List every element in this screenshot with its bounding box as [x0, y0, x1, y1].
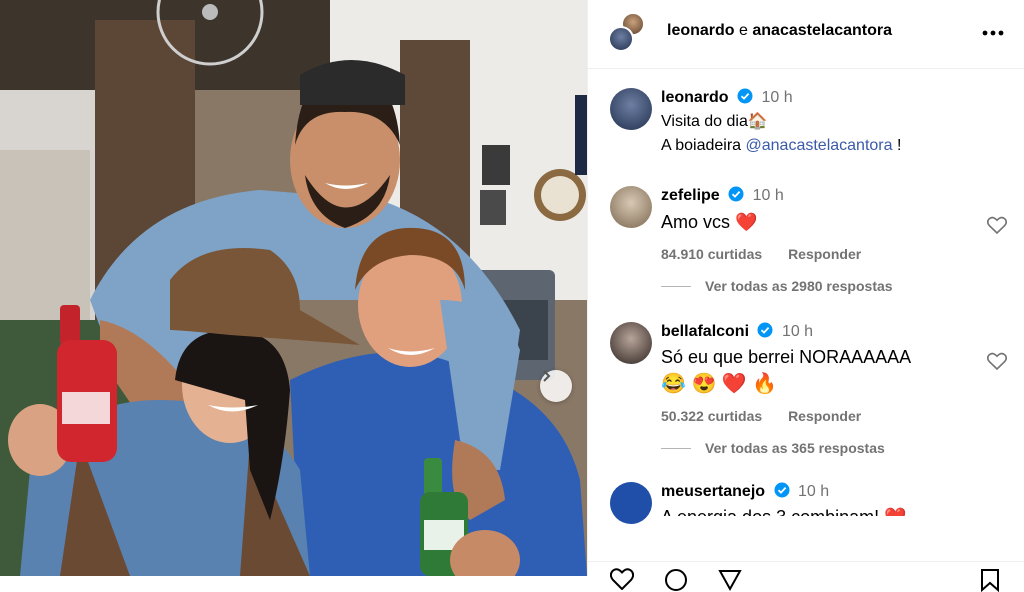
comment-bubble-icon[interactable] [664, 568, 688, 592]
view-replies-label: Ver todas as 365 respostas [705, 440, 885, 456]
reply-button[interactable]: Responder [788, 246, 861, 262]
reply-button[interactable]: Responder [788, 408, 861, 424]
comment-header: bellafalconi 10 h [661, 320, 975, 344]
divider-line [661, 285, 691, 287]
collab-title: leonardo e anacastelacantora [667, 22, 892, 40]
verified-badge-icon [728, 186, 744, 202]
comment-time[interactable]: 10 h [798, 483, 829, 500]
chevron-right-icon [543, 370, 551, 382]
post-side-panel: leonardo e anacastelacantora leonardo 10… [587, 0, 1024, 592]
comment-emojis: 😂 😍 ❤️ 🔥 [661, 373, 778, 395]
caption-mention[interactable]: @anacastelacantora [746, 137, 893, 154]
comment-time[interactable]: 10 h [753, 187, 784, 204]
header-conjunction: e [739, 22, 748, 39]
caption-line-2: A boiadeira @anacastelacantora ! [661, 134, 975, 158]
comment-header: meusertanejo 10 h [661, 480, 975, 504]
comment-bellafalconi: bellafalconi 10 h Só eu que berrei NORAA… [588, 320, 1024, 456]
comment-text: A energia dos 3 combinam! ❤️ [661, 504, 975, 516]
more-options-button[interactable] [982, 20, 1004, 40]
avatar-leonardo[interactable] [608, 26, 634, 52]
heart-icon[interactable] [987, 216, 1007, 234]
post-header: leonardo e anacastelacantora [588, 0, 1024, 69]
view-replies-button[interactable]: Ver todas as 365 respostas [661, 440, 975, 456]
bookmark-icon[interactable] [980, 568, 1000, 592]
verified-badge-icon [737, 88, 753, 104]
divider-line [661, 447, 691, 449]
caption-line-1: Visita do dia🏠 [661, 113, 768, 130]
comment-username[interactable]: meusertanejo [661, 483, 765, 500]
caption-time[interactable]: 10 h [761, 89, 792, 106]
share-send-icon[interactable] [718, 568, 742, 592]
avatar-zefelipe[interactable] [610, 186, 652, 228]
more-horizontal-icon [982, 30, 1004, 36]
header-user-a[interactable]: leonardo [667, 22, 735, 39]
post-photo [0, 0, 587, 576]
next-photo-button[interactable] [540, 370, 572, 402]
comment-time[interactable]: 10 h [782, 323, 813, 340]
comment-likes[interactable]: 84.910 curtidas [661, 246, 762, 262]
view-replies-label: Ver todas as 2980 respostas [705, 278, 893, 294]
comment-meta: 84.910 curtidas Responder [661, 244, 975, 264]
verified-badge-icon [774, 482, 789, 498]
caption-line-2-prefix: A boiadeira [661, 137, 746, 154]
comment-zefelipe: zefelipe 10 h Amo vcs ❤️ 84.910 curtidas… [588, 184, 1024, 294]
caption-username[interactable]: leonardo [661, 89, 729, 106]
view-replies-button[interactable]: Ver todas as 2980 respostas [661, 278, 975, 294]
avatar-meusertanejo[interactable] [610, 482, 652, 524]
comment-text: Só eu que berrei NORAAAAAA [661, 347, 912, 367]
heart-icon[interactable] [987, 352, 1007, 370]
caption-header: leonardo 10 h [661, 86, 975, 110]
comment-username[interactable]: zefelipe [661, 187, 720, 204]
avatar-leonardo[interactable] [610, 88, 652, 130]
verified-badge-icon [757, 322, 773, 338]
avatar-bellafalconi[interactable] [610, 322, 652, 364]
header-user-b[interactable]: anacastelacantora [752, 22, 892, 39]
comment-username[interactable]: bellafalconi [661, 323, 749, 340]
collab-avatars[interactable] [608, 12, 648, 52]
like-heart-icon[interactable] [610, 568, 634, 590]
comment-likes[interactable]: 50.322 curtidas [661, 408, 762, 424]
comment-text: Amo vcs ❤️ [661, 212, 758, 232]
comment-meusertanejo: meusertanejo 10 h A energia dos 3 combin… [588, 480, 1024, 524]
caption: leonardo 10 h Visita do dia🏠 A boiadeira… [588, 86, 1024, 158]
photo-illustration [0, 0, 587, 576]
caption-line-2-suffix: ! [892, 137, 902, 154]
comment-meta: 50.322 curtidas Responder [661, 406, 975, 426]
comment-header: zefelipe 10 h [661, 184, 975, 208]
comments-list: leonardo 10 h Visita do dia🏠 A boiadeira… [588, 86, 1024, 524]
